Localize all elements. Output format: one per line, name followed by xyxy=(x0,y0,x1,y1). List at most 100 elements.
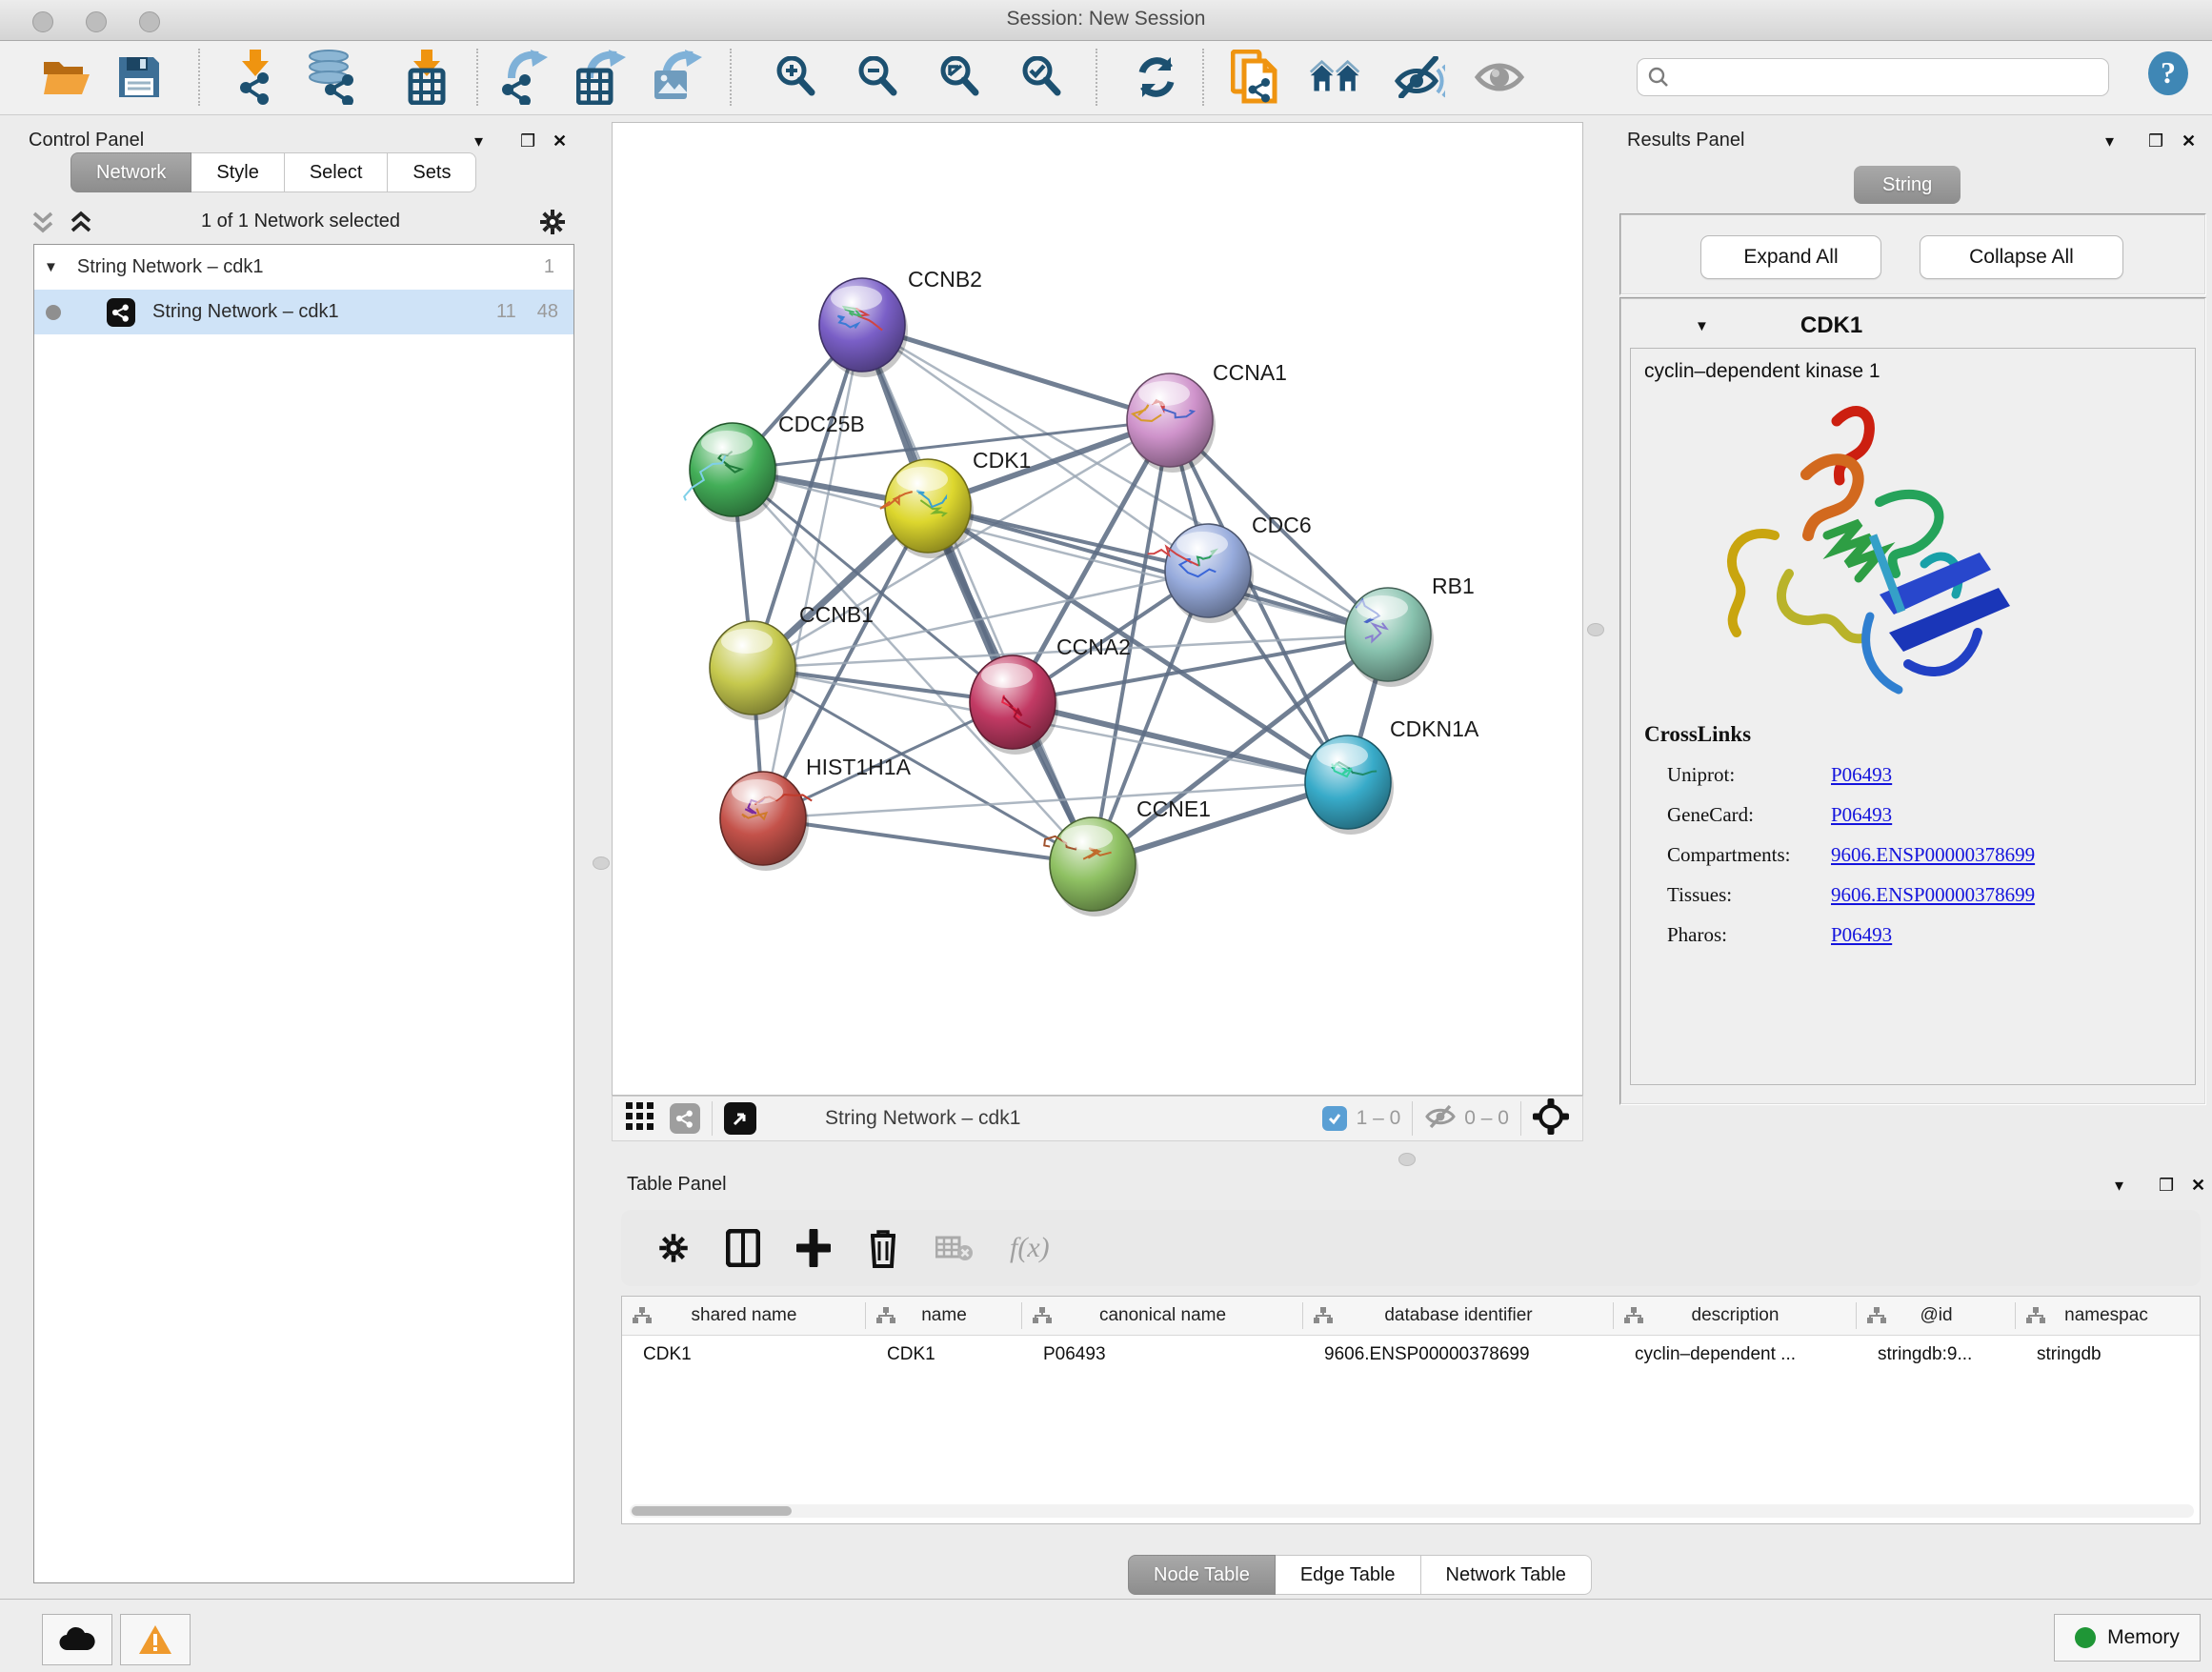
zoom-out-button[interactable] xyxy=(852,50,905,104)
column-header-namespac[interactable]: namespac xyxy=(2016,1297,2197,1335)
help-button[interactable]: ? xyxy=(2142,47,2195,100)
left-splitter-handle[interactable] xyxy=(593,856,610,870)
network-edge[interactable] xyxy=(763,325,862,818)
crosslink-label: Uniprot: xyxy=(1644,763,1831,787)
hide-selected-button[interactable] xyxy=(1393,50,1446,104)
zoom-selected-button[interactable] xyxy=(1016,50,1069,104)
column-header-@id[interactable]: @id xyxy=(1857,1297,2016,1335)
export-table-button[interactable] xyxy=(575,50,629,104)
crosslink-link[interactable]: 9606.ENSP00000378699 xyxy=(1831,843,2035,867)
add-column-icon[interactable] xyxy=(796,1229,831,1267)
tab-select[interactable]: Select xyxy=(285,152,389,192)
column-header-canonical-name[interactable]: canonical name xyxy=(1022,1297,1303,1335)
tab-style[interactable]: Style xyxy=(191,152,284,192)
node-table: shared namenamecanonical namedatabase id… xyxy=(621,1296,2201,1524)
zoom-fit-button[interactable] xyxy=(934,50,987,104)
results-panel-float-icon[interactable]: ❒ xyxy=(2148,131,2163,151)
export-image-button[interactable] xyxy=(652,50,705,104)
tab-network-table[interactable]: Network Table xyxy=(1421,1555,1592,1595)
table-panel-collapse-icon[interactable]: ▾ xyxy=(2115,1176,2123,1196)
cloud-icon xyxy=(58,1625,96,1654)
cloud-status-button[interactable] xyxy=(42,1614,112,1665)
network-edge[interactable] xyxy=(763,818,1093,864)
network-node-count: 11 xyxy=(496,301,516,323)
table-horizontal-scrollbar[interactable] xyxy=(630,1504,2194,1518)
import-table-from-file-button[interactable] xyxy=(400,50,453,104)
network-edge[interactable] xyxy=(862,325,1170,420)
control-panel-collapse-icon[interactable]: ▾ xyxy=(474,131,483,151)
network-view-canvas[interactable]: CCNB2CCNA1CDC25BCDK1CDC6RB1CCNB1CCNA2CDK… xyxy=(612,122,1583,1096)
crosslink-link[interactable]: P06493 xyxy=(1831,923,1892,947)
table-options-gear-icon[interactable] xyxy=(657,1232,690,1264)
collection-expand-arrow-icon[interactable]: ▼ xyxy=(44,259,58,275)
network-node-HIST1H1A[interactable]: HIST1H1A xyxy=(720,755,912,871)
results-panel-collapse-icon[interactable]: ▾ xyxy=(2105,131,2114,151)
network-share-view-icon[interactable] xyxy=(670,1103,700,1134)
network-node-CCNB1[interactable]: CCNB1 xyxy=(710,602,874,720)
birds-eye-view-icon[interactable] xyxy=(724,1102,756,1135)
column-header-label: namespac xyxy=(2064,1305,2148,1326)
network-node-RB1[interactable]: RB1 xyxy=(1345,574,1475,687)
gene-section-header[interactable]: ▼ CDK1 xyxy=(1628,306,2196,346)
import-network-from-database-button[interactable] xyxy=(305,50,358,104)
node-label: CDC6 xyxy=(1252,513,1312,537)
tab-string[interactable]: String xyxy=(1854,166,1961,204)
network-collection-row[interactable]: ▼ String Network – cdk1 1 xyxy=(34,245,573,290)
memory-button[interactable]: Memory xyxy=(2054,1614,2201,1662)
table-panel-float-icon[interactable]: ❒ xyxy=(2159,1176,2174,1196)
scrollbar-thumb[interactable] xyxy=(632,1506,792,1516)
table-row[interactable]: CDK1CDK1P064939606.ENSP00000378699cyclin… xyxy=(622,1336,2200,1374)
open-session-button[interactable] xyxy=(40,50,93,104)
search-input[interactable] xyxy=(1670,67,2099,89)
first-neighbors-button[interactable] xyxy=(1309,50,1362,104)
network-node-CCNB2[interactable]: CCNB2 xyxy=(819,267,982,377)
show-columns-icon[interactable] xyxy=(726,1229,760,1267)
tab-sets[interactable]: Sets xyxy=(388,152,476,192)
network-row[interactable]: String Network – cdk1 11 48 xyxy=(34,290,573,334)
network-selection-status: 1 of 1 Network selected xyxy=(27,211,574,232)
refresh-view-button[interactable] xyxy=(1130,50,1183,104)
column-header-description[interactable]: description xyxy=(1614,1297,1857,1335)
results-scroll-area[interactable]: ▼ CDK1 cyclin–dependent kinase 1 xyxy=(1619,297,2206,1105)
network-node-CDK1[interactable]: CDK1 xyxy=(880,448,1031,558)
crosslink-link[interactable]: P06493 xyxy=(1831,763,1892,787)
network-edge[interactable] xyxy=(1013,702,1348,782)
delete-column-icon[interactable] xyxy=(867,1228,899,1268)
search-box[interactable] xyxy=(1637,58,2109,96)
crosslink-link[interactable]: P06493 xyxy=(1831,803,1892,827)
network-node-CDKN1A[interactable]: CDKN1A xyxy=(1305,716,1479,835)
hidden-eye-icon[interactable] xyxy=(1424,1103,1457,1135)
table-cell: stringdb xyxy=(2016,1336,2197,1374)
export-network-button[interactable] xyxy=(499,50,553,104)
collapse-all-button[interactable]: Collapse All xyxy=(1920,235,2123,279)
import-network-from-file-button[interactable] xyxy=(229,50,282,104)
table-panel-close-icon[interactable]: ✕ xyxy=(2191,1176,2205,1196)
fit-selected-crosshair-icon[interactable] xyxy=(1533,1098,1569,1139)
delete-table-icon[interactable] xyxy=(935,1234,974,1262)
save-session-button[interactable] xyxy=(112,50,166,104)
column-header-shared-name[interactable]: shared name xyxy=(622,1297,866,1335)
crosslink-link[interactable]: 9606.ENSP00000378699 xyxy=(1831,883,2035,907)
gene-expand-arrow-icon[interactable]: ▼ xyxy=(1695,318,1709,334)
clone-network-button[interactable] xyxy=(1229,50,1282,104)
network-name: String Network – cdk1 xyxy=(152,301,496,323)
tab-edge-table[interactable]: Edge Table xyxy=(1276,1555,1421,1595)
function-builder-icon[interactable]: f(x) xyxy=(1010,1232,1050,1264)
grid-view-icon[interactable] xyxy=(626,1102,654,1136)
control-panel-close-icon[interactable]: ✕ xyxy=(553,131,567,151)
tree-options-gear-icon[interactable] xyxy=(538,208,567,242)
column-header-name[interactable]: name xyxy=(866,1297,1022,1335)
results-panel-close-icon[interactable]: ✕ xyxy=(2182,131,2196,151)
show-all-button[interactable] xyxy=(1473,50,1526,104)
right-splitter-handle[interactable] xyxy=(1587,623,1604,636)
control-panel-tabs: NetworkStyleSelectSets xyxy=(70,152,476,192)
tab-network[interactable]: Network xyxy=(70,152,191,192)
column-header-database-identifier[interactable]: database identifier xyxy=(1303,1297,1614,1335)
control-panel-float-icon[interactable]: ❒ xyxy=(520,131,535,151)
warnings-button[interactable] xyxy=(120,1614,191,1665)
expand-all-button[interactable]: Expand All xyxy=(1700,235,1881,279)
selected-checkbox-icon[interactable] xyxy=(1322,1106,1347,1131)
tab-node-table[interactable]: Node Table xyxy=(1128,1555,1276,1595)
zoom-in-button[interactable] xyxy=(770,50,823,104)
column-type-icon xyxy=(1032,1306,1053,1325)
